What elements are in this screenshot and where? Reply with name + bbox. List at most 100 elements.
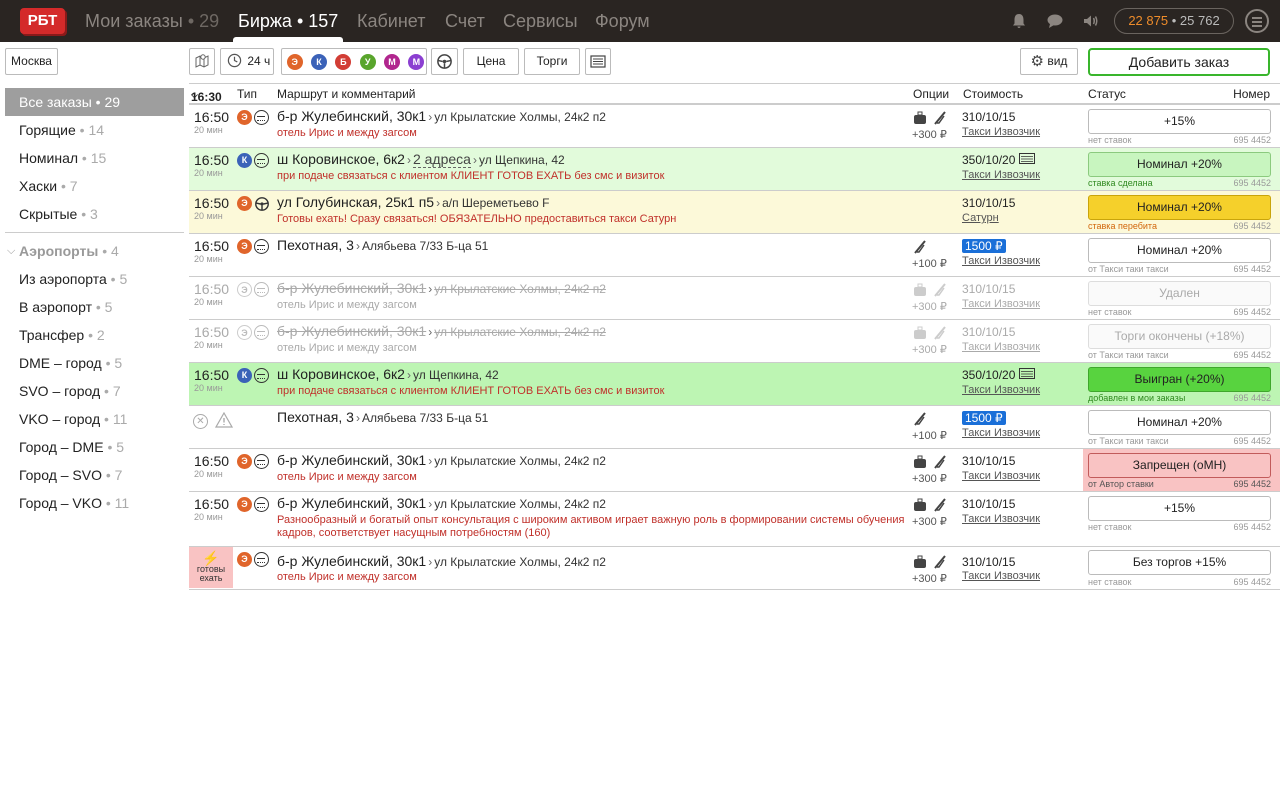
- lightning-icon: ⚡: [202, 550, 220, 566]
- order-row[interactable]: 16:50 20 мин К ш Коровинское, 6к2 › 2 адре…: [189, 148, 1280, 191]
- nav-exchange[interactable]: Биржа • 157: [232, 0, 344, 42]
- sound-icon[interactable]: [1082, 12, 1100, 30]
- metro-line-e-icon[interactable]: Э: [286, 53, 303, 70]
- sidebar-item-hot[interactable]: Горящие • 14: [0, 116, 190, 144]
- bell-icon[interactable]: [1010, 12, 1028, 30]
- order-number: 695 4452: [1233, 221, 1271, 231]
- clock-icon: [227, 53, 242, 68]
- order-number: 695 4452: [1233, 436, 1271, 446]
- order-status-button[interactable]: Номинал +20%: [1088, 238, 1271, 263]
- order-status-button: Торги окончены (+18%): [1088, 324, 1271, 349]
- order-row[interactable]: 16:50 20 мин Э б-р Жулебинский, 30к1 › ул …: [189, 449, 1280, 492]
- order-status-button[interactable]: Номинал +20%: [1088, 195, 1271, 220]
- order-route: б-р Жулебинский, 30к1 › ул Крылатские Холм…: [277, 553, 606, 569]
- add-order-button[interactable]: Добавить заказ: [1088, 48, 1270, 76]
- order-row[interactable]: 16:50 20 мин Э ул Голубинская, 25к1 п5 › а…: [189, 191, 1280, 234]
- header-cost: Стоимость: [963, 87, 1024, 101]
- route-arrow-icon: ›: [406, 153, 411, 167]
- order-row[interactable]: 16:50 20 мин Э б-р Жулебинский, 30к1 › ул …: [189, 320, 1280, 363]
- sidebar-item-all-orders[interactable]: Все заказы • 29: [5, 88, 184, 116]
- hamburger-menu-icon[interactable]: [1245, 9, 1269, 33]
- no-smoking-icon: [932, 282, 948, 298]
- route-from: б-р Жулебинский, 30к1: [277, 553, 427, 569]
- order-company-link[interactable]: Такси Извозчик: [962, 570, 1040, 582]
- order-company-link[interactable]: Такси Извозчик: [962, 384, 1040, 396]
- order-row[interactable]: 16:50 20 мин Э б-р Жулебинский, 30к1 › ул …: [189, 105, 1280, 148]
- order-row[interactable]: ✕ Пехотная, 3 › Алябьева 7/33 Б-ца 51 +100…: [189, 406, 1280, 449]
- route-via-link[interactable]: 2 адреса: [412, 151, 471, 168]
- order-status-button[interactable]: Номинал +20%: [1088, 152, 1271, 177]
- order-company-link[interactable]: Такси Извозчик: [962, 255, 1040, 267]
- order-status-button[interactable]: Запрещен (оМН): [1088, 453, 1271, 478]
- order-company-link[interactable]: Такси Извозчик: [962, 298, 1040, 310]
- app-logo[interactable]: РБТ: [20, 8, 65, 34]
- sidebar-item-husky[interactable]: Хаски • 7: [0, 172, 190, 200]
- order-status-button[interactable]: Номинал +20%: [1088, 410, 1271, 435]
- sidebar-item-to-airport[interactable]: В аэропорт • 5: [0, 293, 190, 321]
- order-company-link[interactable]: Такси Извозчик: [962, 126, 1040, 138]
- option-surcharge: +100 ₽: [912, 258, 947, 270]
- order-row[interactable]: 16:50 20 мин Э б-р Жулебинский, 30к1 › ул …: [189, 492, 1280, 547]
- metro-line-e-icon: Э: [237, 110, 252, 125]
- order-row[interactable]: ⚡ готовы ехать Э б-р Жулебинский, 30к1 › у…: [189, 547, 1280, 590]
- view-settings-button[interactable]: ⚙ вид: [1020, 48, 1078, 75]
- order-company-link[interactable]: Такси Извозчик: [962, 513, 1040, 525]
- time-filter-button[interactable]: 24 ч: [220, 48, 274, 75]
- card-filter-button[interactable]: [585, 48, 611, 75]
- chevron-down-icon: ⌵: [7, 245, 16, 257]
- city-select[interactable]: Москва: [5, 48, 58, 75]
- metro-line-e-icon: Э: [237, 497, 252, 512]
- nav-my-orders[interactable]: Мои заказы • 29: [85, 0, 219, 42]
- order-company-link[interactable]: Сатурн: [962, 212, 999, 224]
- metro-line-b-icon[interactable]: Б: [335, 53, 352, 70]
- sidebar-item-label: Хаски: [19, 178, 58, 194]
- sidebar-item-from-airport[interactable]: Из аэропорта • 5: [0, 265, 190, 293]
- chat-icon[interactable]: [1046, 12, 1064, 30]
- nav-cabinet[interactable]: Кабинет: [357, 0, 425, 42]
- economy-car-icon: [254, 325, 269, 340]
- nav-account[interactable]: Счет: [445, 0, 485, 42]
- order-company-link[interactable]: Такси Извозчик: [962, 427, 1040, 439]
- sidebar-group-airports[interactable]: ⌵ Аэропорты • 4: [0, 237, 190, 265]
- metro-line-m-icon[interactable]: М: [384, 53, 401, 70]
- sidebar-item-city-vko[interactable]: Город – VKO • 11: [0, 489, 190, 517]
- no-smoking-icon: [912, 411, 928, 427]
- order-status-button[interactable]: Выигран (+20%): [1088, 367, 1271, 392]
- metro-filter[interactable]: Э К Б У М М: [281, 48, 427, 75]
- sidebar-item-transfer[interactable]: Трансфер • 2: [0, 321, 190, 349]
- route-arrow-icon: ›: [355, 411, 360, 425]
- sidebar-item-city-svo[interactable]: Город – SVO • 7: [0, 461, 190, 489]
- sidebar-item-vko-city[interactable]: VKO – город • 11: [0, 405, 190, 433]
- order-status-button: Удален: [1088, 281, 1271, 306]
- order-status-button[interactable]: Без торгов +15%: [1088, 550, 1271, 575]
- sidebar-item-city-dme[interactable]: Город – DME • 5: [0, 433, 190, 461]
- map-filter-button[interactable]: [189, 48, 215, 75]
- order-company-link[interactable]: Такси Извозчик: [962, 169, 1040, 181]
- balance-pill[interactable]: 22 875 • 25 762: [1114, 8, 1234, 34]
- nav-services[interactable]: Сервисы: [503, 0, 578, 42]
- trades-sort-button[interactable]: Торги: [524, 48, 580, 75]
- order-row[interactable]: 16:50 20 мин Э Пехотная, 3 › Алябьева 7/33…: [189, 234, 1280, 277]
- order-eta: 20 мин: [194, 340, 223, 350]
- order-bid-note: от Такси таки такси: [1088, 436, 1169, 446]
- sidebar-item-hidden[interactable]: Скрытые • 3: [0, 200, 190, 228]
- sidebar-item-nominal[interactable]: Номинал • 15: [0, 144, 190, 172]
- metro-line-k-icon[interactable]: К: [310, 53, 327, 70]
- metro-line-m2-icon[interactable]: М: [408, 53, 425, 70]
- order-row[interactable]: 16:50 20 мин Э б-р Жулебинский, 30к1 › ул …: [189, 277, 1280, 320]
- sidebar-item-svo-city[interactable]: SVO – город • 7: [0, 377, 190, 405]
- steering-wheel-button[interactable]: [431, 48, 458, 75]
- price-sort-button[interactable]: Цена: [463, 48, 519, 75]
- close-icon[interactable]: ✕: [193, 414, 208, 429]
- sidebar-item-dme-city[interactable]: DME – город • 5: [0, 349, 190, 377]
- option-surcharge: +300 ₽: [912, 473, 947, 485]
- nav-forum[interactable]: Форум: [595, 0, 650, 42]
- sidebar-item-label: Горящие: [19, 122, 76, 138]
- order-row[interactable]: 16:50 20 мин К ш Коровинское, 6к2 › ул Щеп…: [189, 363, 1280, 406]
- order-status-button[interactable]: +15%: [1088, 496, 1271, 521]
- order-company-link[interactable]: Такси Извозчик: [962, 470, 1040, 482]
- order-company-link[interactable]: Такси Извозчик: [962, 341, 1040, 353]
- metro-line-u-icon[interactable]: У: [359, 53, 376, 70]
- order-status-button[interactable]: +15%: [1088, 109, 1271, 134]
- order-comment: отель Ирис и между загсом: [277, 471, 417, 483]
